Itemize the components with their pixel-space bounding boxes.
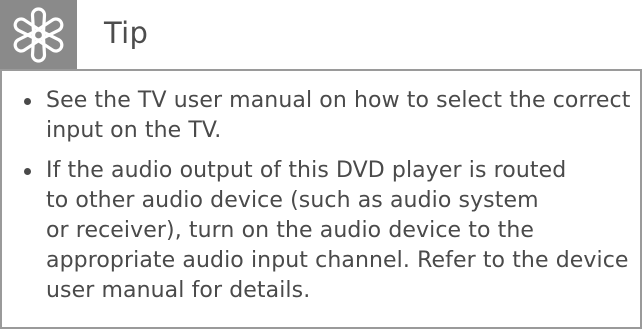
tip-header: Tip: [0, 0, 642, 72]
bullet-icon: [24, 98, 31, 105]
list-item: See the TV user manual on how to select …: [2, 86, 640, 146]
tip-item-text: See the TV user manual on how to select …: [46, 88, 631, 143]
tip-body: See the TV user manual on how to select …: [0, 69, 642, 329]
tip-list: See the TV user manual on how to select …: [2, 86, 640, 316]
bullet-icon: [24, 168, 31, 175]
list-item: If the audio output of this DVD player i…: [2, 156, 640, 306]
tip-title: Tip: [104, 16, 149, 50]
tip-icon-box: [0, 0, 77, 70]
tip-item-text: If the audio output of this DVD player i…: [46, 158, 629, 303]
asterisk-icon: [13, 7, 64, 63]
